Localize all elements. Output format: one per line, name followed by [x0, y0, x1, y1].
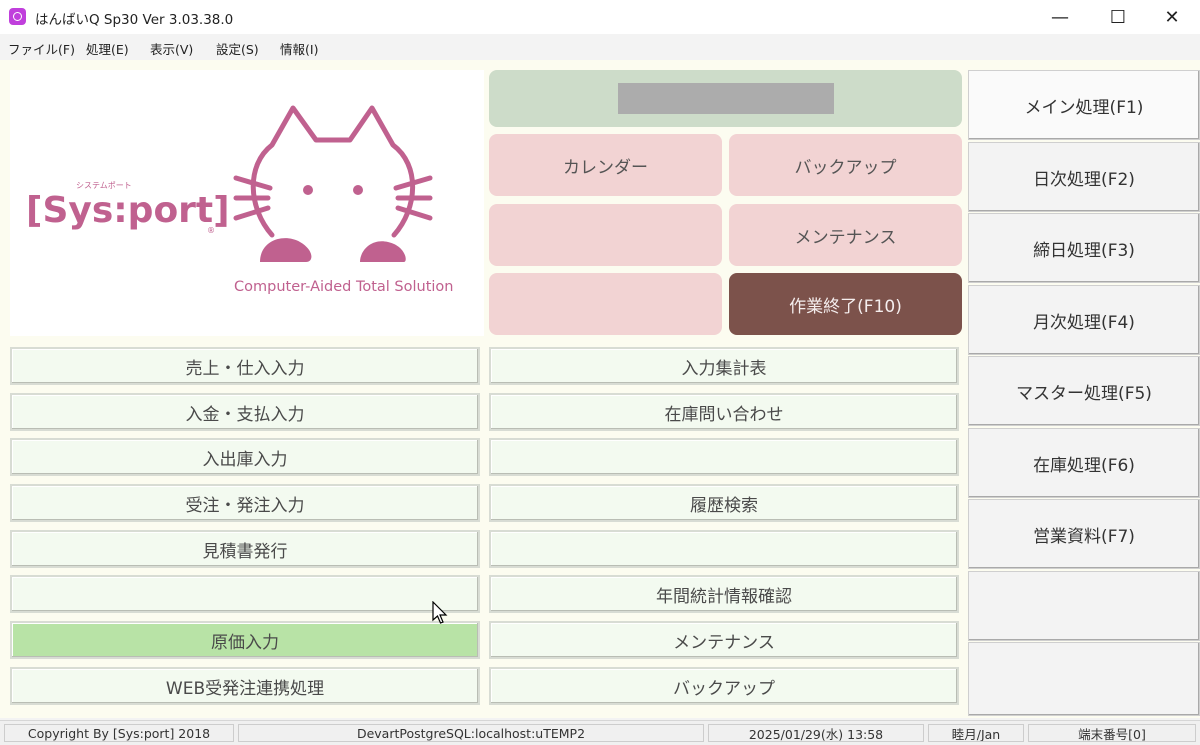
menu-file[interactable]: ファイル(F) [8, 39, 75, 58]
menu-settings[interactable]: 設定(S) [216, 39, 259, 58]
status-datetime: 2025/01/29(水) 13:58 [708, 724, 924, 742]
web-order-link-button[interactable]: WEB受発注連携処理 [10, 667, 480, 705]
maintenance-button[interactable]: メンテナンス [729, 204, 962, 266]
sidebar-daily-process[interactable]: 日次処理(F2) [968, 142, 1200, 212]
sidebar-sales-material[interactable]: 営業資料(F7) [968, 499, 1200, 569]
history-search-button[interactable]: 履歴検索 [489, 484, 959, 522]
cost-input-button[interactable]: 原価入力 [10, 621, 480, 659]
exit-button[interactable]: 作業終了(F10) [729, 273, 962, 335]
sales-purchase-input-button[interactable]: 売上・仕入入力 [10, 347, 480, 385]
sidebar-blank-2[interactable] [968, 642, 1200, 716]
menu-bar: ファイル(F) 処理(E) 表示(V) 設定(S) 情報(I) [0, 35, 1200, 59]
quotation-button[interactable]: 見積書発行 [10, 530, 480, 568]
sidebar-monthly-process[interactable]: 月次処理(F4) [968, 285, 1200, 355]
annual-stats-button[interactable]: 年間統計情報確認 [489, 575, 959, 613]
calendar-button[interactable]: カレンダー [489, 134, 722, 196]
maximize-button[interactable]: ☐ [1094, 0, 1142, 34]
info-banner [489, 70, 962, 127]
main-content: [Sys:port] システムポート ® Computer-Aided Tota… [0, 60, 1200, 718]
sidebar-blank-1[interactable] [968, 571, 1200, 641]
close-button[interactable]: ✕ [1148, 0, 1196, 34]
sidebar-closing-process[interactable]: 締日処理(F3) [968, 213, 1200, 283]
logo-brand: [Sys:port] [26, 190, 230, 231]
sysport-logo: [Sys:port] システムポート ® Computer-Aided Tota… [26, 105, 454, 295]
stock-inquiry-button[interactable]: 在庫問い合わせ [489, 393, 959, 431]
blank-right-button-2[interactable] [489, 530, 959, 568]
order-input-button[interactable]: 受注・発注入力 [10, 484, 480, 522]
cat-icon [233, 105, 433, 238]
window-title: はんばいQ Sp30 Ver 3.03.38.0 [35, 12, 234, 28]
blank-left-button[interactable] [10, 575, 480, 613]
menu-view[interactable]: 表示(V) [150, 39, 193, 58]
status-bar: Copyright By [Sys:port] 2018 DevartPostg… [0, 720, 1200, 745]
mouse-cursor-icon [432, 601, 448, 624]
cat-paws-icon [260, 238, 406, 262]
logo-kana: システムポート [76, 181, 132, 190]
status-database: DevartPostgreSQL:localhost:uTEMP2 [238, 724, 704, 742]
warehouse-input-button[interactable]: 入出庫入力 [10, 438, 480, 476]
blank-tile-1[interactable] [489, 204, 722, 266]
sidebar-stock-process[interactable]: 在庫処理(F6) [968, 428, 1200, 498]
menu-info[interactable]: 情報(I) [280, 39, 318, 58]
sidebar-main-process[interactable]: メイン処理(F1) [968, 70, 1200, 140]
menu-process[interactable]: 処理(E) [86, 39, 129, 58]
blank-tile-2[interactable] [489, 273, 722, 335]
logo-panel: [Sys:port] システムポート ® Computer-Aided Tota… [10, 70, 484, 336]
status-copyright: Copyright By [Sys:port] 2018 [4, 724, 234, 742]
status-terminal: 端末番号[0] [1028, 724, 1196, 742]
redacted-block [617, 83, 834, 114]
status-month: 睦月/Jan [928, 724, 1024, 742]
backup-button[interactable]: バックアップ [729, 134, 962, 196]
app-icon [9, 8, 26, 25]
backup-list-button[interactable]: バックアップ [489, 667, 959, 705]
input-summary-button[interactable]: 入力集計表 [489, 347, 959, 385]
blank-right-button-1[interactable] [489, 438, 959, 476]
minimize-button[interactable]: — [1036, 0, 1084, 34]
logo-registered: ® [207, 226, 215, 235]
maintenance-list-button[interactable]: メンテナンス [489, 621, 959, 659]
title-bar: はんばいQ Sp30 Ver 3.03.38.0 — ☐ ✕ [0, 0, 1200, 34]
sidebar-master-process[interactable]: マスター処理(F5) [968, 356, 1200, 426]
logo-tagline: Computer-Aided Total Solution [234, 279, 454, 295]
payment-input-button[interactable]: 入金・支払入力 [10, 393, 480, 431]
